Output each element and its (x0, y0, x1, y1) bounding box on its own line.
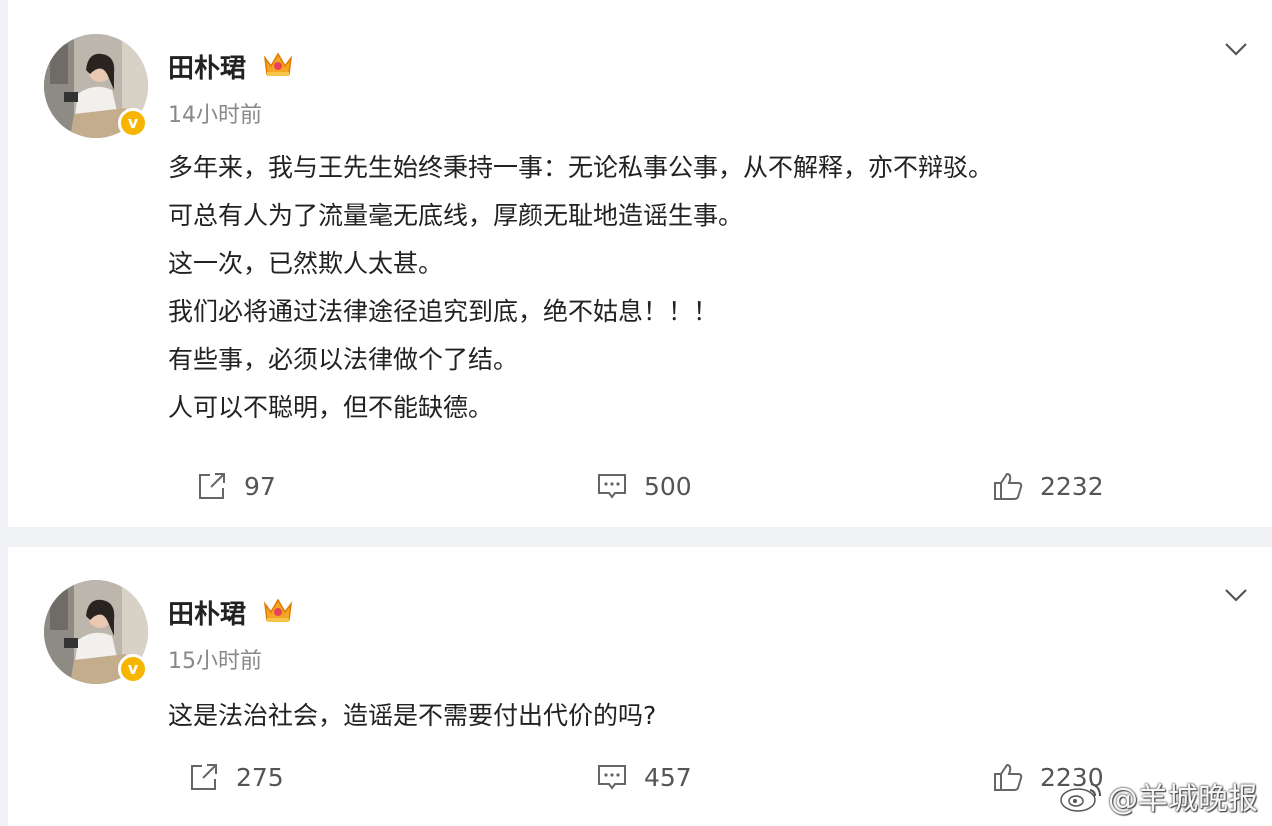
watermark: @羊城晚报 (1058, 774, 1258, 818)
post-line: 我们必将通过法律途径追究到底，绝不姑息！！！ (168, 297, 719, 326)
post-line: 多年来，我与王先生始终秉持一事：无论私事公事，从不解释，亦不辩驳。 (168, 153, 994, 182)
author-name[interactable]: 田朴珺 (168, 594, 246, 631)
share-arrow-icon (191, 764, 217, 790)
chevron-down-icon[interactable] (1224, 42, 1248, 56)
comment-count: 457 (644, 762, 692, 792)
repost-button[interactable]: 97 (196, 470, 276, 502)
chevron-down-icon[interactable] (1224, 588, 1248, 602)
thumbs-up-icon (994, 763, 1023, 791)
post-line: 人可以不聪明，但不能缺德。 (168, 393, 494, 422)
comment-button[interactable]: 500 (596, 470, 692, 502)
share-arrow-icon (199, 473, 225, 499)
post-line: 有些事，必须以法律做个了结。 (168, 345, 519, 374)
weibo-logo-icon (1060, 783, 1101, 812)
post-line: 这一次，已然欺人太甚。 (168, 249, 444, 278)
post-card: v 田朴珺 14小时前 多年来，我与王先生始终秉持一事：无论私事公事，从不解释，… (8, 0, 1272, 527)
verified-badge-icon: v (118, 108, 148, 138)
watermark-text: @羊城晚报 (1108, 782, 1258, 817)
comment-bubble-icon (598, 765, 626, 790)
comment-count: 500 (644, 471, 692, 501)
verified-badge-icon: v (118, 654, 148, 684)
post-content: 多年来，我与王先生始终秉持一事：无论私事公事，从不解释，亦不辩驳。 可总有人为了… (168, 144, 1228, 432)
post-time: 15小时前 (168, 649, 262, 674)
post-time: 14小时前 (168, 103, 262, 128)
crown-badge-icon (263, 598, 293, 622)
repost-count: 97 (244, 471, 276, 501)
crown-badge-icon (263, 52, 293, 76)
like-count: 2232 (1040, 471, 1104, 501)
repost-button[interactable]: 275 (188, 761, 284, 793)
repost-count: 275 (236, 762, 284, 792)
post-line: 这是法治社会，造谣是不需要付出代价的吗? (168, 701, 657, 730)
comment-bubble-icon (598, 474, 626, 499)
like-button[interactable]: 2232 (992, 470, 1104, 502)
author-name[interactable]: 田朴珺 (168, 48, 246, 85)
post-line: 可总有人为了流量毫无底线，厚颜无耻地造谣生事。 (168, 201, 744, 230)
comment-button[interactable]: 457 (596, 761, 692, 793)
post-content: 这是法治社会，造谣是不需要付出代价的吗? (168, 692, 1228, 740)
thumbs-up-icon (994, 472, 1023, 500)
